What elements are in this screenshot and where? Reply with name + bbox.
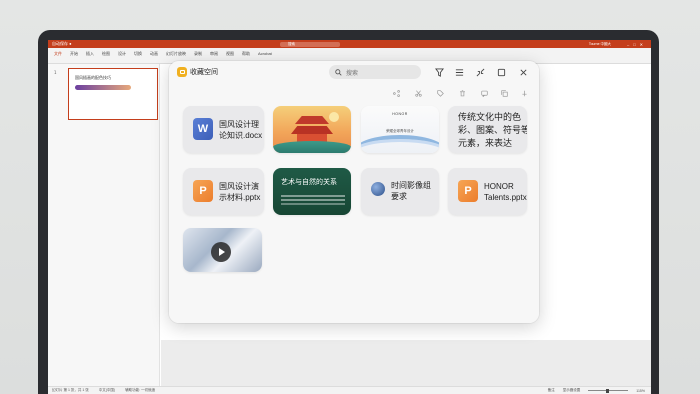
honor-logo-text: HONOR bbox=[392, 112, 408, 116]
slide-number: 1 bbox=[54, 70, 57, 75]
text-note-content: 传统文化中的色彩、图案、符号等元素，来表达 bbox=[458, 113, 527, 149]
ribbon-tab[interactable]: 视图 bbox=[226, 51, 234, 57]
ppt-search-box[interactable]: 搜索 bbox=[280, 41, 340, 47]
file-name: 国风设计理 论知识.docx bbox=[219, 120, 263, 140]
search-icon bbox=[335, 68, 342, 76]
card-video[interactable] bbox=[183, 228, 262, 272]
card-honor-image[interactable]: HONOR 荣耀全球青年设计 bbox=[361, 106, 439, 153]
cloud-shape bbox=[273, 141, 351, 153]
card-temple-image[interactable] bbox=[273, 106, 351, 153]
ribbon-tab[interactable]: 绘图 bbox=[102, 51, 110, 57]
folder-app-icon bbox=[177, 67, 187, 77]
list-view-icon[interactable] bbox=[452, 65, 466, 79]
status-accessibility[interactable]: 辅助功能: 一切就绪 bbox=[125, 388, 155, 393]
window-controls[interactable]: –□✕ bbox=[627, 42, 647, 47]
status-bar: 幻灯片 第 1 张，共 1 张 中文(中国) 辅助功能: 一切就绪 备注 显示器… bbox=[48, 386, 651, 394]
panel-title: 收藏空间 bbox=[190, 68, 218, 76]
scissors-icon[interactable] bbox=[413, 88, 423, 98]
collection-space-panel: 收藏空间 搜索 W 国风设计理 论知识.docx HONOR 荣耀全球青年设计 … bbox=[169, 61, 539, 323]
ribbon-tab[interactable]: 设计 bbox=[118, 51, 126, 57]
status-slide-count: 幻灯片 第 1 张，共 1 张 bbox=[52, 388, 89, 392]
ppt-file-icon: P bbox=[458, 180, 478, 202]
card-text-note[interactable]: 传统文化中的色彩、图案、符号等元素，来表达 bbox=[448, 106, 527, 153]
ribbon-tab[interactable]: 幻灯片放映 bbox=[166, 51, 186, 57]
card-web-link[interactable]: 时间影像组 要求 bbox=[361, 168, 439, 215]
word-file-icon: W bbox=[193, 118, 213, 140]
close-icon[interactable] bbox=[516, 65, 530, 79]
notes-button[interactable]: 备注 bbox=[548, 388, 555, 393]
play-icon[interactable] bbox=[211, 242, 231, 262]
file-name: 国风设计演 示材料.pptx bbox=[219, 182, 261, 202]
ribbon-tab[interactable]: 切换 bbox=[134, 51, 142, 57]
temple-roof-shape-2 bbox=[291, 126, 333, 134]
card-green-image[interactable]: 艺术与自然的关系 bbox=[273, 168, 351, 215]
message-icon[interactable] bbox=[479, 88, 489, 98]
ribbon-tab[interactable]: 审阅 bbox=[210, 51, 218, 57]
pin-icon[interactable] bbox=[519, 88, 529, 98]
zoom-slider[interactable] bbox=[588, 388, 629, 393]
tag-icon[interactable] bbox=[435, 88, 445, 98]
ribbon-tab[interactable]: Acrobat bbox=[258, 51, 272, 56]
panel-header: 收藏空间 搜索 bbox=[169, 61, 539, 83]
account-name[interactable]: Tourne 中國大 bbox=[589, 42, 611, 47]
display-settings-button[interactable]: 显示器设置 bbox=[563, 388, 581, 393]
zoom-level[interactable]: 115% bbox=[636, 389, 645, 393]
slide-thumbnail[interactable]: 国风插画的配色技巧 bbox=[68, 68, 158, 120]
ribbon-tab[interactable]: 插入 bbox=[86, 51, 94, 57]
copy-icon[interactable] bbox=[499, 88, 509, 98]
status-language[interactable]: 中文(中国) bbox=[99, 388, 115, 393]
autosave-label[interactable]: 自动保存 ● bbox=[52, 41, 72, 47]
slide-thumb-bar bbox=[75, 85, 131, 90]
ribbon-tab[interactable]: 开始 bbox=[70, 51, 78, 57]
ribbon-tab[interactable]: 文件 bbox=[54, 51, 62, 57]
green-card-body-lines bbox=[281, 195, 345, 197]
slide-thumb-title: 国风插画的配色技巧 bbox=[75, 75, 111, 80]
honor-subtitle: 荣耀全球青年设计 bbox=[386, 129, 414, 133]
card-pptx[interactable]: P 国风设计演 示材料.pptx bbox=[183, 168, 264, 215]
wave-shape bbox=[361, 135, 439, 153]
filter-icon[interactable] bbox=[432, 65, 446, 79]
green-card-title: 艺术与自然的关系 bbox=[281, 178, 337, 186]
file-name: HONOR Talents.pptx bbox=[484, 182, 527, 202]
sun-shape bbox=[329, 112, 339, 122]
ribbon-tab[interactable]: 帮助 bbox=[242, 51, 250, 57]
ppt-file-icon: P bbox=[193, 180, 213, 202]
maximize-icon[interactable] bbox=[494, 65, 508, 79]
share-icon[interactable] bbox=[391, 88, 401, 98]
panel-search-input[interactable]: 搜索 bbox=[329, 65, 421, 79]
ribbon-tab[interactable]: 动画 bbox=[150, 51, 158, 57]
card-pptx-2[interactable]: P HONOR Talents.pptx bbox=[448, 168, 527, 215]
link-title: 时间影像组 要求 bbox=[391, 181, 431, 201]
delete-icon[interactable] bbox=[457, 88, 467, 98]
collapse-icon[interactable] bbox=[473, 65, 487, 79]
ppt-title-bar: 自动保存 ● 搜索 Tourne 中國大 –□✕ bbox=[48, 40, 651, 48]
globe-icon bbox=[371, 182, 385, 196]
card-docx[interactable]: W 国风设计理 论知识.docx bbox=[183, 106, 264, 153]
temple-roof-shape bbox=[295, 116, 329, 124]
ribbon-tab[interactable]: 录制 bbox=[194, 51, 202, 57]
panel-search-placeholder: 搜索 bbox=[346, 69, 359, 77]
slide-thumbnail-panel: 1 国风插画的配色技巧 bbox=[48, 64, 160, 388]
